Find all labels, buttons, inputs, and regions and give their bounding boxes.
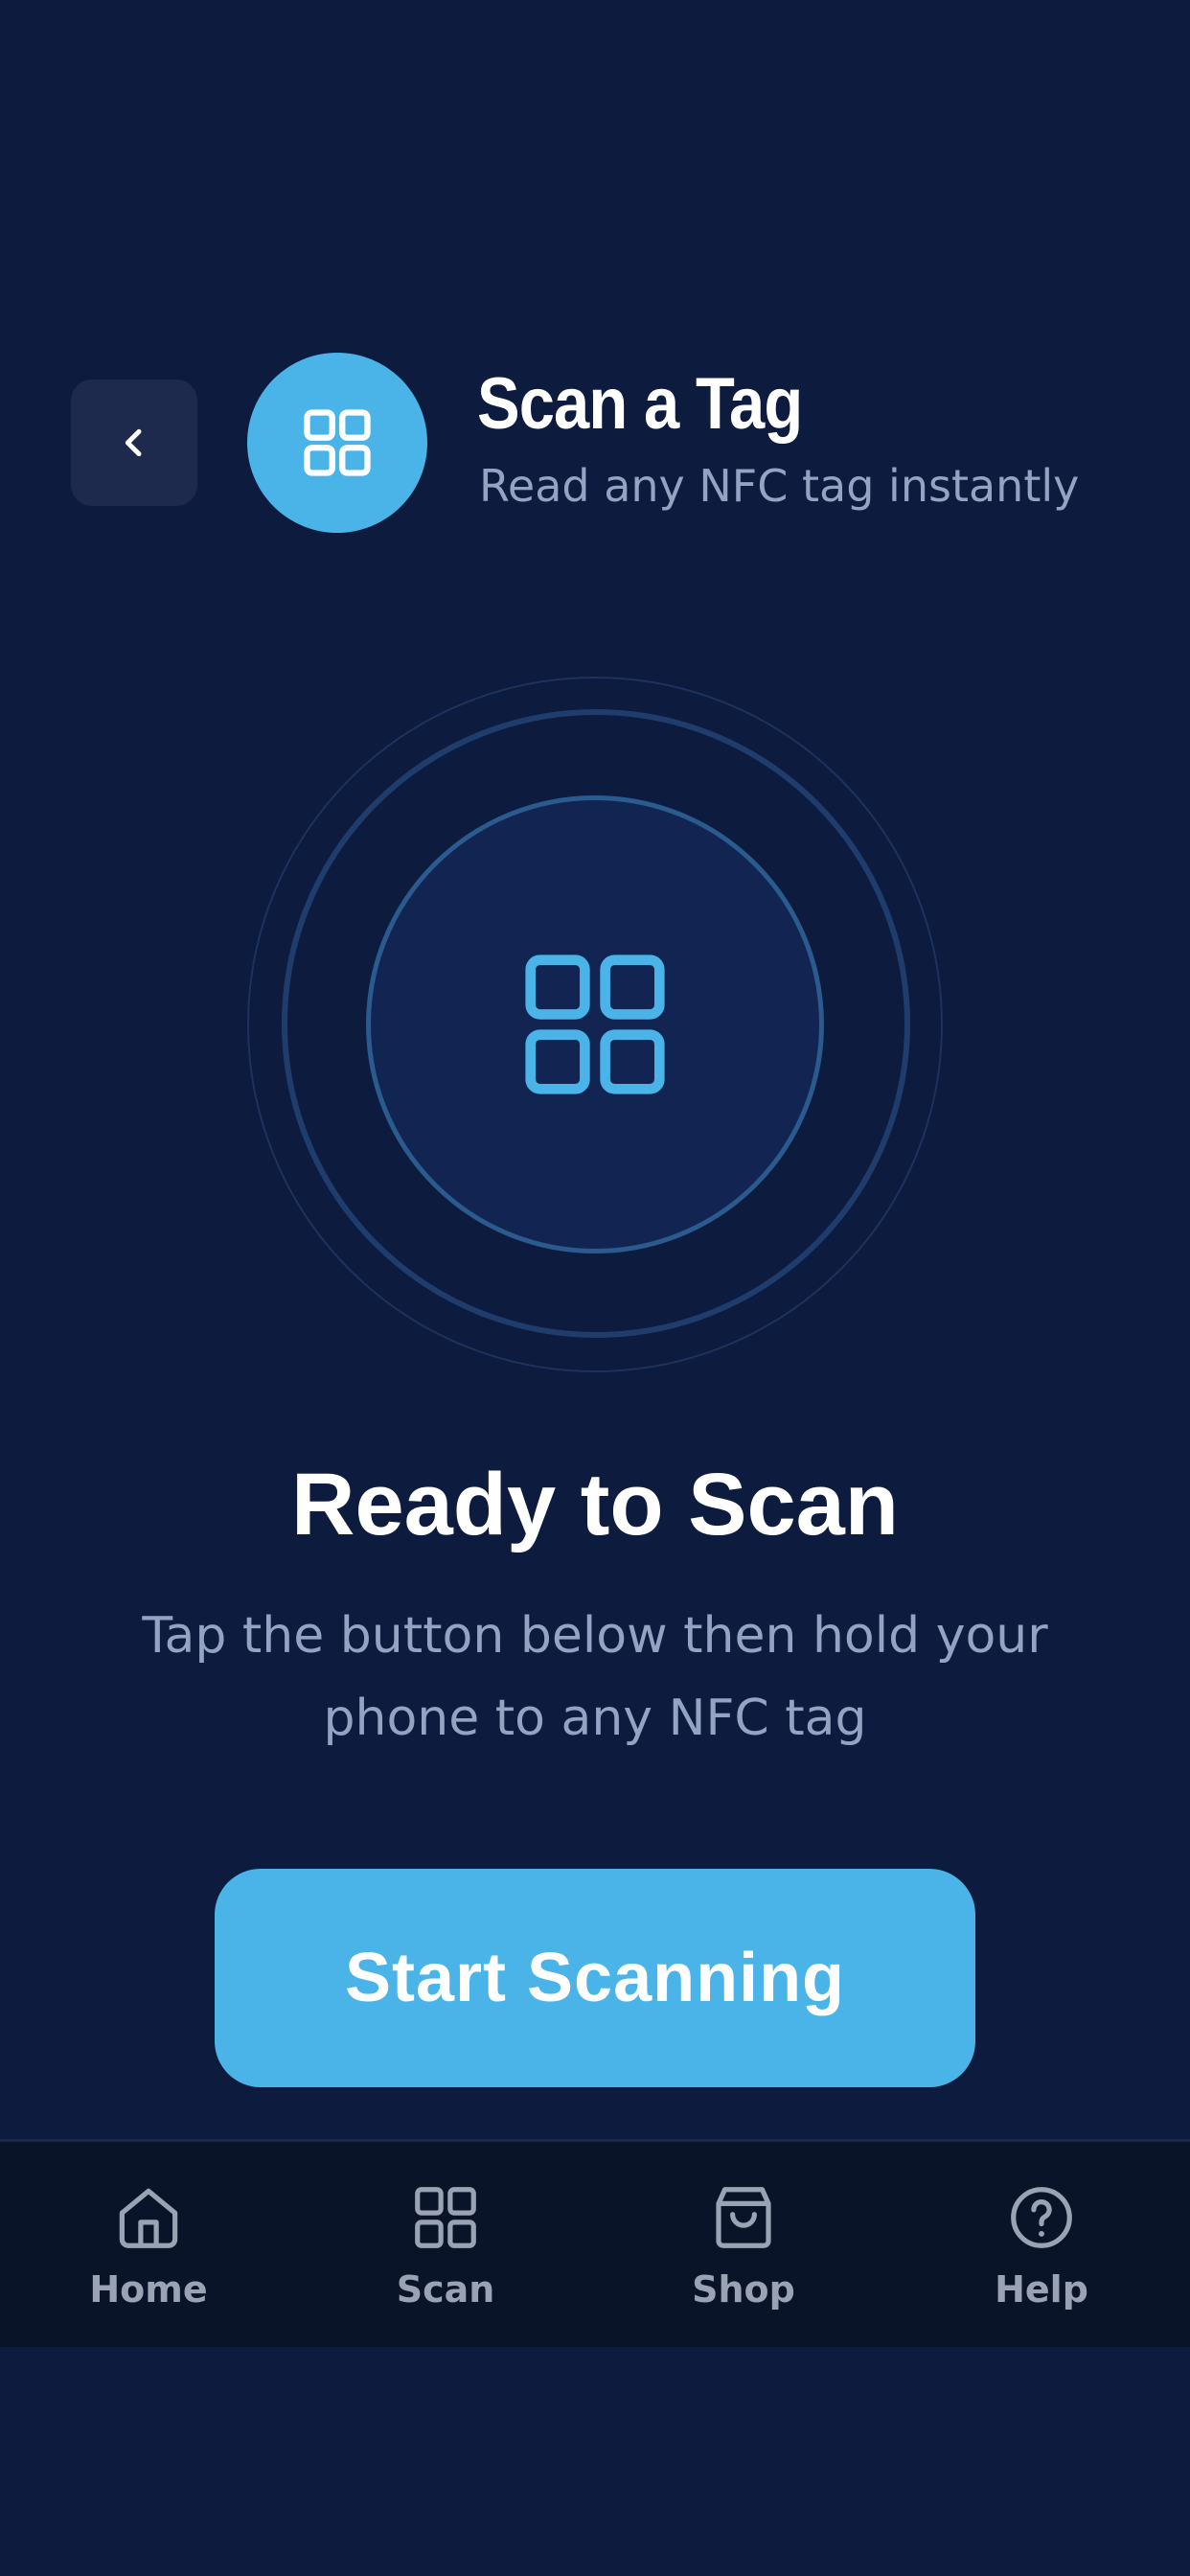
nav-item-help[interactable]: Help	[927, 2142, 1156, 2347]
grid-icon	[304, 409, 371, 476]
header-badge	[247, 353, 427, 533]
grid-icon	[525, 954, 665, 1094]
bottom-nav: Home Scan Shop Help	[0, 2139, 1190, 2347]
scanner-circle	[366, 795, 824, 1254]
nav-item-home[interactable]: Home	[34, 2142, 263, 2347]
status-description: Tap the button below then hold your phon…	[142, 1607, 1048, 1747]
status-title: Ready to Scan	[291, 1456, 899, 1553]
nav-label-home: Home	[89, 2268, 208, 2311]
home-icon	[119, 2188, 178, 2248]
nav-label-help: Help	[995, 2268, 1088, 2311]
shopping-bag-icon	[716, 2187, 771, 2248]
nav-item-scan[interactable]: Scan	[331, 2142, 561, 2347]
nav-label-scan: Scan	[396, 2268, 495, 2311]
back-button[interactable]	[71, 380, 197, 506]
page-title: Scan a Tag	[477, 363, 803, 445]
nav-label-shop: Shop	[692, 2268, 795, 2311]
page-subtitle: Read any NFC tag instantly	[479, 460, 1080, 512]
help-circle-icon	[1011, 2187, 1072, 2248]
start-scanning-button[interactable]: Start Scanning	[215, 1869, 975, 2087]
nav-item-shop[interactable]: Shop	[629, 2142, 858, 2347]
chevron-left-icon	[125, 428, 142, 457]
grid-icon	[415, 2187, 476, 2248]
